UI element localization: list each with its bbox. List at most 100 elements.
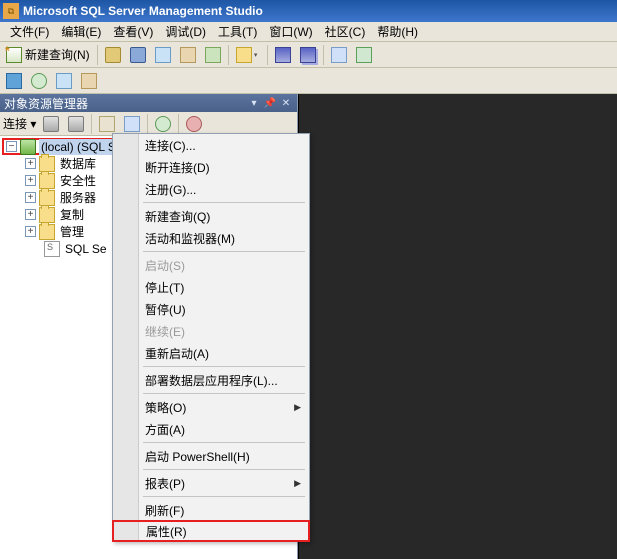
folder-icon: [39, 207, 55, 223]
registered-servers-icon: [331, 47, 347, 63]
menu-separator: [143, 251, 305, 252]
toolbar-button-5[interactable]: [201, 44, 225, 66]
menu-item-7[interactable]: 帮助(H): [371, 21, 424, 42]
menu-item-属性r[interactable]: 属性(R): [112, 520, 310, 542]
dim-icon: [81, 73, 97, 89]
server-context-menu: 连接(C)... 断开连接(D)注册(G)... 新建查询(Q)活动和监视器(M) 启…: [112, 133, 310, 542]
refresh-icon: [155, 116, 171, 132]
toolbar-button-2[interactable]: [126, 44, 150, 66]
menu-item-label: 启动(S): [145, 257, 185, 274]
server-icon: [20, 139, 36, 155]
menu-item-label: 连接(C)...: [145, 137, 196, 154]
menu-item-label: 启动 PowerShell(H): [145, 448, 250, 465]
menu-item-label: 方面(A): [145, 421, 185, 438]
menu-item-启动 powershellh[interactable]: 启动 PowerShell(H): [113, 445, 309, 467]
menu-item-注册g[interactable]: 注册(G)...: [113, 178, 309, 200]
menu-item-断开连接d[interactable]: 断开连接(D): [113, 156, 309, 178]
secondary-toolbar: [0, 68, 617, 94]
menu-item-新建查询q[interactable]: 新建查询(Q): [113, 205, 309, 227]
new-query-icon: [6, 47, 22, 63]
menu-item-4[interactable]: 工具(T): [212, 21, 263, 42]
filter-icon: [124, 116, 140, 132]
tree-node-label: SQL Se: [63, 241, 109, 257]
menu-item-暂停u[interactable]: 暂停(U): [113, 298, 309, 320]
connect-button[interactable]: [39, 113, 63, 135]
tree-toggle[interactable]: +: [25, 158, 36, 169]
tb2-button-3[interactable]: [52, 70, 76, 92]
menu-separator: [143, 442, 305, 443]
menu-item-报表p[interactable]: 报表(P)▶: [113, 472, 309, 494]
stop-icon: [99, 116, 115, 132]
toolbar-button-4[interactable]: [176, 44, 200, 66]
toolbar-divider: [178, 114, 179, 134]
menu-item-连接c[interactable]: 连接(C)...: [113, 134, 309, 156]
mdx-icon: [155, 47, 171, 63]
filter-button[interactable]: [120, 113, 144, 135]
connect-dropdown[interactable]: 连接 ▾: [3, 115, 36, 132]
panel-title: 对象资源管理器: [4, 95, 88, 112]
menu-item-label: 刷新(F): [145, 502, 184, 519]
tree-toggle[interactable]: +: [25, 192, 36, 203]
secure-icon: [186, 116, 202, 132]
toolbar-divider: [323, 45, 324, 65]
toolbar-divider: [91, 114, 92, 134]
window-title: Microsoft SQL Server Management Studio: [23, 4, 263, 18]
tree-toggle[interactable]: +: [25, 209, 36, 220]
submenu-arrow-icon: ▶: [294, 402, 301, 413]
menu-item-label: 部署数据层应用程序(L)...: [145, 372, 278, 389]
menu-item-1[interactable]: 编辑(E): [55, 21, 107, 42]
menu-item-5[interactable]: 窗口(W): [263, 21, 318, 42]
tb2-button-4[interactable]: [77, 70, 101, 92]
menu-item-6[interactable]: 社区(C): [319, 21, 372, 42]
toolbar-button-1[interactable]: [101, 44, 125, 66]
regsvr-button[interactable]: [327, 44, 351, 66]
menu-separator: [143, 202, 305, 203]
stop-button[interactable]: [95, 113, 119, 135]
save-button[interactable]: [271, 44, 295, 66]
menu-item-3[interactable]: 调试(D): [159, 21, 212, 42]
tb2-button-1[interactable]: [2, 70, 26, 92]
menu-item-label: 停止(T): [145, 279, 184, 296]
menu-item-方面a[interactable]: 方面(A): [113, 418, 309, 440]
panel-close-icon[interactable]: ✕: [279, 96, 293, 110]
menu-item-策略o[interactable]: 策略(O)▶: [113, 396, 309, 418]
menu-item-2[interactable]: 查看(V): [107, 21, 159, 42]
menu-separator: [143, 469, 305, 470]
new-query-button[interactable]: 新建查询(N): [2, 44, 94, 66]
main-toolbar: 新建查询(N) ▾: [0, 42, 617, 68]
refresh-button[interactable]: [151, 113, 175, 135]
database-engine-icon: [105, 47, 121, 63]
activity-monitor-button[interactable]: [352, 44, 376, 66]
menu-item-重新启动a[interactable]: 重新启动(A): [113, 342, 309, 364]
menu-item-停止t[interactable]: 停止(T): [113, 276, 309, 298]
mdi-background: [298, 94, 617, 559]
app-icon: ⧉: [3, 3, 19, 19]
menu-item-label: 重新启动(A): [145, 345, 209, 362]
tb2-button-2[interactable]: [27, 70, 51, 92]
menu-item-部署数据层应用程序l[interactable]: 部署数据层应用程序(L)...: [113, 369, 309, 391]
secure-button[interactable]: [182, 113, 206, 135]
menu-item-label: 属性(R): [146, 523, 187, 540]
cube-icon: [6, 73, 22, 89]
menu-item-0[interactable]: 文件(F): [4, 21, 55, 42]
dmx-icon: [180, 47, 196, 63]
panel-pin-icon[interactable]: 📌: [263, 96, 277, 110]
open-button[interactable]: ▾: [232, 44, 264, 66]
tree-toggle[interactable]: +: [25, 175, 36, 186]
tree-toggle[interactable]: −: [6, 141, 17, 152]
menu-separator: [143, 366, 305, 367]
toolbar-button-3[interactable]: [151, 44, 175, 66]
menu-separator: [143, 496, 305, 497]
dropdown-icon: ▾: [252, 51, 260, 59]
menu-item-刷新f[interactable]: 刷新(F): [113, 499, 309, 521]
toolbar-divider: [267, 45, 268, 65]
panel-dropdown-icon[interactable]: ▾: [247, 96, 261, 110]
activity-monitor-icon: [356, 47, 372, 63]
tree-toggle[interactable]: +: [25, 226, 36, 237]
disconnect-button[interactable]: [64, 113, 88, 135]
sql-agent-icon: [44, 241, 60, 257]
save-all-button[interactable]: [296, 44, 320, 66]
menu-separator: [143, 393, 305, 394]
menu-item-活动和监视器m[interactable]: 活动和监视器(M): [113, 227, 309, 249]
disconnect-icon: [68, 116, 84, 132]
